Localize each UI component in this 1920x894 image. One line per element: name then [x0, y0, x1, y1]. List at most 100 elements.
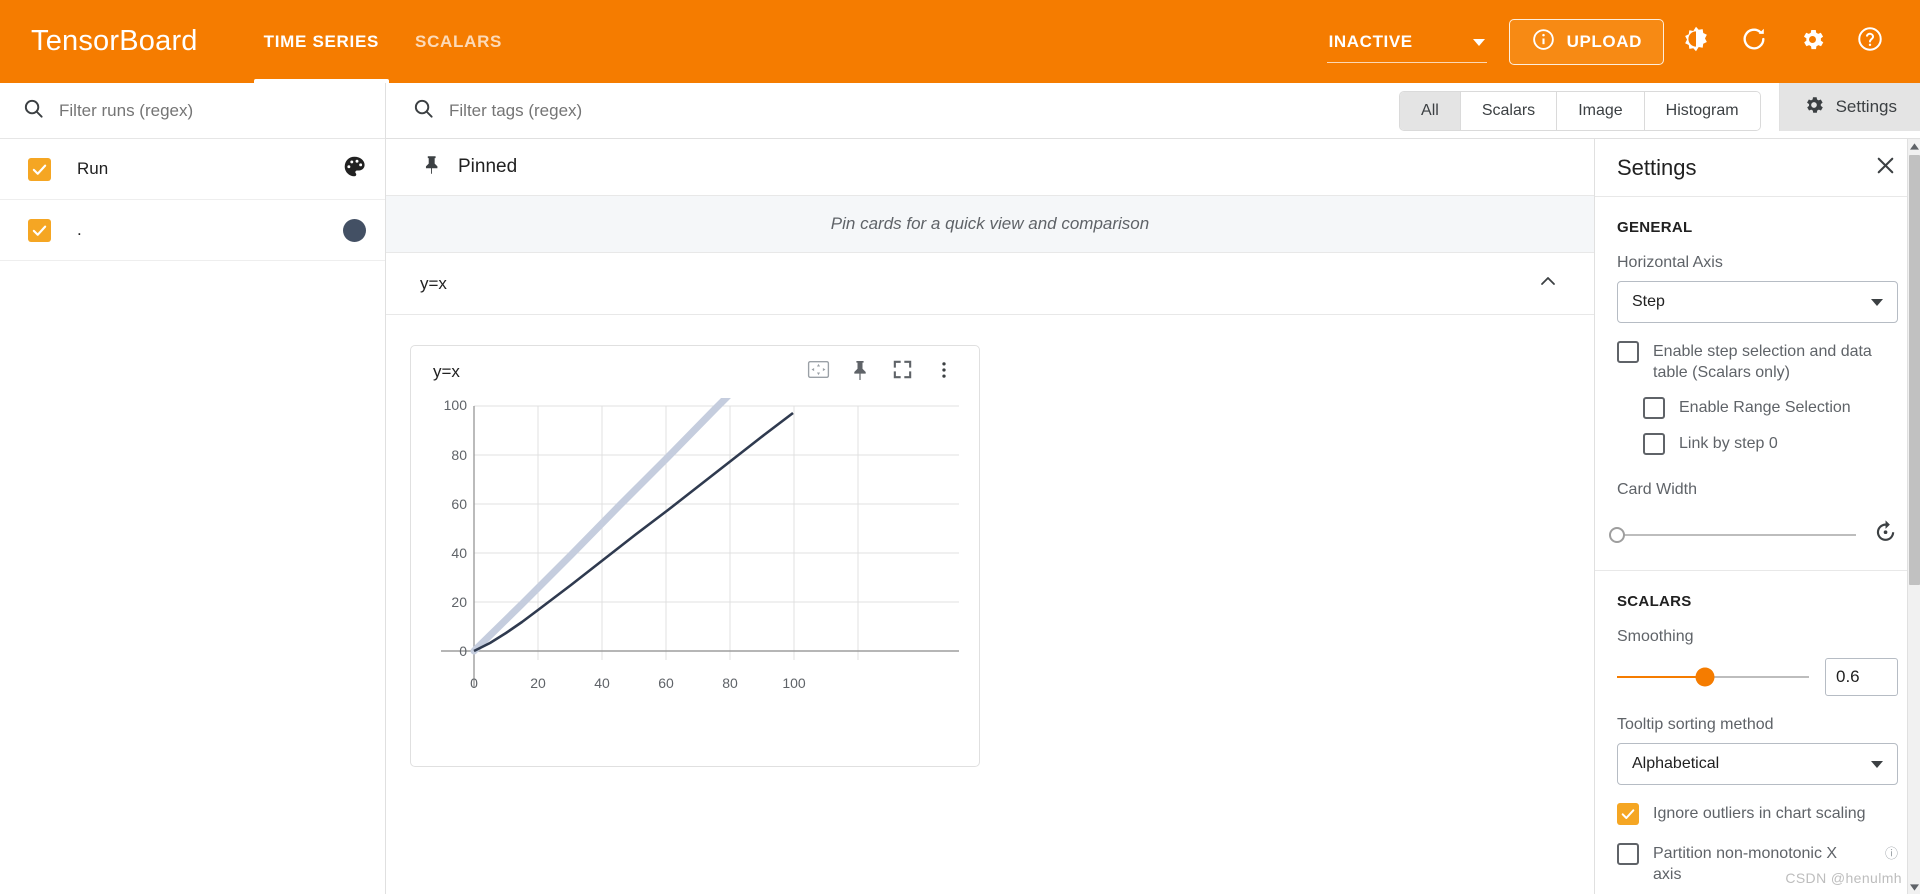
- runs-sidebar: Run .: [0, 83, 386, 894]
- smoothing-slider[interactable]: [1617, 667, 1809, 687]
- tags-filter-input[interactable]: [449, 100, 789, 121]
- chevron-up-icon[interactable]: [1536, 269, 1560, 298]
- runs-header-row[interactable]: Run: [0, 139, 385, 200]
- enable-step-selection-label: Enable step selection and data table (Sc…: [1653, 343, 1872, 382]
- tooltip-sorting-select[interactable]: Alphabetical: [1617, 743, 1898, 786]
- card-group-header[interactable]: y=x: [386, 253, 1594, 315]
- help-button[interactable]: [1844, 16, 1896, 68]
- chart-y-tick-labels: 100 80 60 40 20 0: [444, 398, 468, 659]
- chevron-down-icon: [1871, 298, 1883, 306]
- card-width-slider-thumb[interactable]: [1609, 526, 1625, 543]
- ignore-outliers-row[interactable]: Ignore outliers in chart scaling: [1617, 803, 1898, 826]
- run-item-label: .: [77, 220, 82, 239]
- settings-scrollbar-thumb[interactable]: [1909, 155, 1920, 585]
- tab-scalars-label: SCALARS: [415, 31, 503, 51]
- run-select-all-checkbox[interactable]: [28, 157, 51, 181]
- pin-card-button[interactable]: [841, 353, 879, 391]
- smoothing-slider-fill: [1617, 676, 1706, 679]
- palette-icon: [342, 154, 367, 184]
- pinned-empty-message: Pin cards for a quick view and compariso…: [386, 196, 1594, 253]
- svg-text:0: 0: [459, 643, 467, 659]
- pinned-empty-text: Pin cards for a quick view and compariso…: [830, 214, 1150, 233]
- filter-image-button[interactable]: Image: [1557, 91, 1645, 130]
- filter-histogram-label: Histogram: [1665, 101, 1739, 119]
- close-settings-button[interactable]: [1873, 153, 1898, 183]
- link-by-step-label: Link by step 0: [1679, 435, 1778, 453]
- card-width-slider-row: [1609, 519, 1898, 550]
- svg-text:80: 80: [722, 675, 738, 691]
- app-settings-button[interactable]: [1786, 16, 1838, 68]
- run-status-select[interactable]: INACTIVE: [1326, 28, 1487, 63]
- smoothing-slider-thumb[interactable]: [1695, 667, 1715, 687]
- ignore-outliers-label: Ignore outliers in chart scaling: [1653, 805, 1866, 823]
- enable-step-selection-row[interactable]: Enable step selection and data table (Sc…: [1617, 341, 1898, 383]
- tab-scalars[interactable]: SCALARS: [397, 0, 520, 83]
- fullscreen-button[interactable]: [883, 353, 921, 391]
- scroll-up-arrow-icon[interactable]: [1908, 139, 1920, 153]
- enable-range-selection-checkbox[interactable]: [1643, 397, 1665, 420]
- smoothing-slider-row: [1617, 658, 1898, 697]
- reload-button[interactable]: [1728, 16, 1780, 68]
- chevron-down-icon: [1871, 760, 1883, 768]
- svg-text:60: 60: [658, 675, 674, 691]
- run-checkbox[interactable]: [28, 218, 51, 242]
- link-by-step-checkbox[interactable]: [1643, 433, 1665, 456]
- run-color-palette-button[interactable]: [323, 154, 385, 184]
- settings-panel: Settings GENERAL Horizontal Axis Step En…: [1594, 139, 1920, 894]
- ignore-outliers-checkbox[interactable]: [1617, 803, 1639, 826]
- run-item-dot[interactable]: .: [0, 200, 385, 261]
- enable-step-selection-checkbox[interactable]: [1617, 341, 1639, 363]
- chart-plot-area[interactable]: 100 80 60 40 20 0 0 20 40 60 80 100: [411, 398, 979, 766]
- line-chart: 100 80 60 40 20 0 0 20 40 60 80 100: [441, 398, 959, 691]
- search-icon: [412, 97, 435, 125]
- settings-panel-title: Settings: [1617, 154, 1697, 180]
- runs-header-label: Run: [77, 159, 109, 178]
- settings-scrollbar[interactable]: [1907, 139, 1920, 894]
- link-by-step-row[interactable]: Link by step 0: [1643, 433, 1898, 456]
- filter-all-button[interactable]: All: [1400, 91, 1461, 130]
- fullscreen-icon: [891, 358, 914, 386]
- filter-scalars-button[interactable]: Scalars: [1460, 91, 1558, 130]
- svg-text:40: 40: [451, 545, 467, 561]
- run-color-swatch[interactable]: [323, 218, 385, 242]
- runs-filter-input[interactable]: [59, 100, 363, 121]
- chart-x-tick-labels: 0 20 40 60 80 100: [470, 675, 806, 691]
- filter-histogram-button[interactable]: Histogram: [1644, 91, 1760, 130]
- gear-icon: [1799, 26, 1826, 58]
- horizontal-axis-select[interactable]: Step: [1617, 281, 1898, 323]
- restore-icon: [1872, 519, 1898, 550]
- settings-toggle-button[interactable]: Settings: [1778, 83, 1920, 131]
- app-brand: TensorBoard: [31, 25, 198, 57]
- pinned-section-header[interactable]: Pinned: [386, 139, 1594, 196]
- smoothing-value-input[interactable]: [1825, 658, 1898, 697]
- cards-area: y=x 100 80 60 40 20 0 0 20 40 60 80 100: [386, 315, 1594, 767]
- svg-text:60: 60: [451, 496, 467, 512]
- search-icon: [22, 97, 45, 125]
- upload-button[interactable]: UPLOAD: [1508, 18, 1664, 65]
- chart-series-raw: [474, 398, 765, 651]
- partition-x-axis-checkbox[interactable]: [1617, 843, 1639, 866]
- settings-toggle-label: Settings: [1835, 97, 1897, 116]
- dark-mode-toggle-button[interactable]: [1670, 16, 1722, 68]
- svg-text:100: 100: [444, 398, 468, 413]
- run-status-value: INACTIVE: [1328, 32, 1413, 51]
- gear-icon: [1803, 94, 1825, 121]
- filter-all-label: All: [1421, 101, 1439, 119]
- scroll-down-arrow-icon[interactable]: [1908, 880, 1920, 894]
- card-width-slider[interactable]: [1609, 526, 1856, 543]
- watermark: CSDN @henulmh: [1785, 870, 1902, 886]
- smoothing-label: Smoothing: [1617, 628, 1694, 646]
- enable-range-selection-row[interactable]: Enable Range Selection: [1643, 397, 1898, 420]
- card-group-title: y=x: [420, 273, 447, 293]
- card-width-reset-button[interactable]: [1872, 519, 1898, 550]
- help-small-icon[interactable]: ⓘ: [1885, 843, 1898, 862]
- scalar-card: y=x 100 80 60 40 20 0 0 20 40 60 80 100: [410, 345, 980, 767]
- caret-down-icon: [1472, 38, 1485, 46]
- plugin-filter-toggle-group: All Scalars Image Histogram: [1399, 90, 1761, 131]
- card-title: y=x: [433, 362, 460, 381]
- card-more-menu-button[interactable]: [925, 353, 963, 391]
- fit-to-data-button[interactable]: [799, 353, 837, 391]
- chart-series-smoothed: [473, 411, 794, 653]
- fit-to-data-icon: [806, 357, 831, 387]
- tab-time-series[interactable]: TIME SERIES: [246, 0, 397, 83]
